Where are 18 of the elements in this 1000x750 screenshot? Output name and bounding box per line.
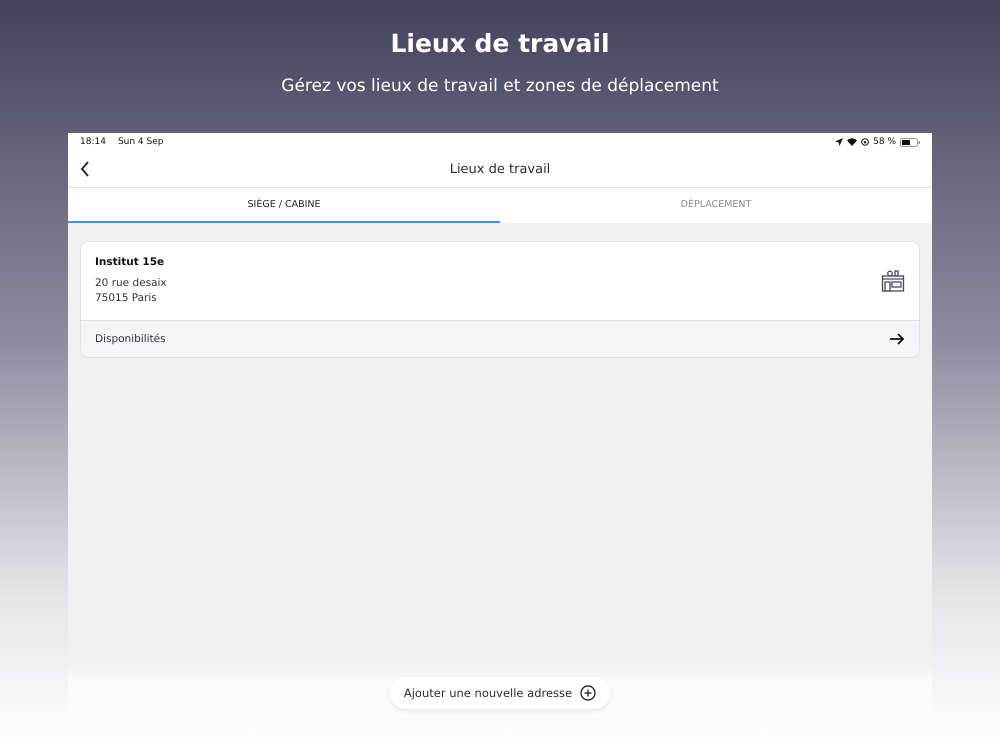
- add-address-button[interactable]: Ajouter une nouvelle adresse: [390, 677, 610, 709]
- location-name: Institut 15e: [95, 256, 166, 268]
- status-time: 18:14: [80, 137, 106, 147]
- back-button[interactable]: [80, 161, 90, 177]
- status-date: Sun 4 Sep: [118, 137, 164, 147]
- location-arrow-icon: [835, 138, 844, 146]
- page-subtitle: Gérez vos lieux de travail et zones de déplacement: [281, 75, 719, 98]
- battery-icon: [900, 138, 920, 146]
- arrow-right-icon: [889, 333, 905, 345]
- availability-row[interactable]: Disponibilités: [81, 320, 919, 357]
- plus-circle-icon: [580, 685, 596, 701]
- battery-percent: 58 %: [873, 137, 896, 147]
- wifi-icon: [847, 138, 858, 146]
- page-title: Lieux de travail: [390, 28, 610, 60]
- shop-front-icon: [881, 270, 905, 292]
- location-city: 75015 Paris: [95, 291, 158, 306]
- location-street: 20 rue desaix: [95, 276, 167, 291]
- nav-title: Lieux de travail: [450, 162, 550, 176]
